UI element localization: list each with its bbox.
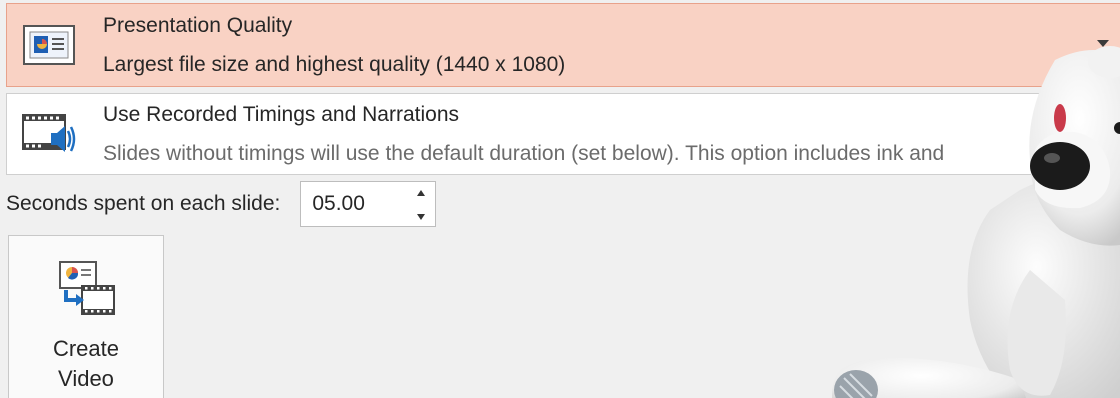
- seconds-label: Seconds spent on each slide:: [6, 192, 281, 215]
- seconds-row: Seconds spent on each slide: 05.00: [6, 181, 437, 227]
- create-video-line1: Create: [52, 336, 120, 361]
- create-video-label: Create Video: [53, 334, 119, 394]
- export-video-panel: Presentation Quality Largest file size a…: [0, 0, 1120, 398]
- quality-title: Presentation Quality: [103, 13, 293, 37]
- presentation-quality-icon: [7, 4, 91, 86]
- spin-buttons: [417, 187, 426, 223]
- create-video-button[interactable]: Create Video: [8, 235, 164, 398]
- spin-down-icon[interactable]: [417, 214, 426, 220]
- create-video-line2: Video: [58, 366, 114, 391]
- spin-up-icon[interactable]: [417, 190, 426, 196]
- polar-bear-plush-image: [820, 40, 1120, 398]
- film-speaker-icon: [7, 94, 91, 174]
- create-video-icon: [54, 258, 118, 322]
- seconds-stepper[interactable]: 05.00: [300, 181, 437, 227]
- seconds-value[interactable]: 05.00: [301, 192, 365, 216]
